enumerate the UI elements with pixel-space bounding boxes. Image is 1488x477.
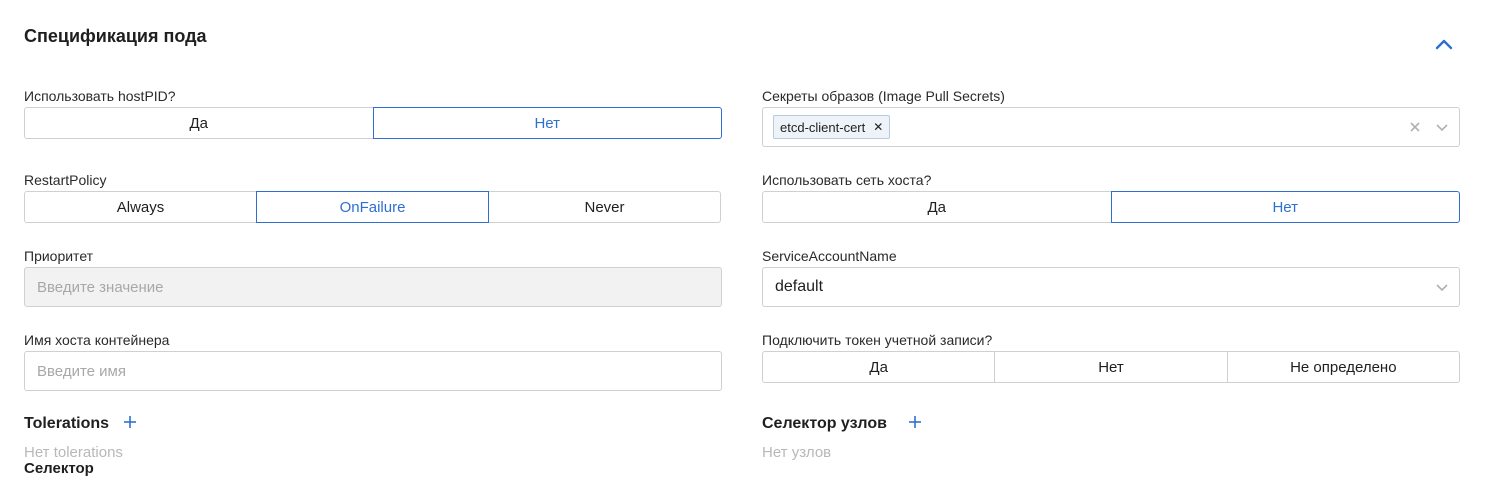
automount-token-toggle: Да Нет Не определено [762, 351, 1460, 383]
hostname-placeholder: Введите имя [37, 362, 126, 380]
restart-policy-option-onfailure[interactable]: OnFailure [256, 191, 489, 223]
host-network-option-no[interactable]: Нет [1110, 191, 1460, 223]
collapse-button[interactable] [1432, 34, 1456, 54]
priority-label: Приоритет [24, 248, 94, 264]
clear-icon[interactable] [1409, 121, 1421, 133]
select-suffix [1435, 268, 1449, 306]
chevron-up-icon [1435, 39, 1453, 50]
tolerations-title: Tolerations [24, 415, 110, 432]
service-account-value: default [775, 278, 824, 295]
hostname-label: Имя хоста контейнера [24, 332, 170, 348]
service-account-label: ServiceAccountName [762, 248, 897, 264]
restart-policy-option-never[interactable]: Never [488, 191, 721, 223]
restart-policy-option-always[interactable]: Always [24, 191, 257, 223]
host-pid-label: Использовать hostPID? [24, 88, 176, 104]
host-pid-option-no[interactable]: Нет [372, 107, 722, 139]
automount-token-option-undefined[interactable]: Не определено [1226, 351, 1460, 383]
node-selector-title: Селектор узлов [762, 415, 887, 432]
section-title: Спецификация пода [24, 26, 207, 46]
host-network-label: Использовать сеть хоста? [762, 172, 932, 188]
automount-token-label: Подключить токен учетной записи? [762, 332, 993, 348]
host-network-option-yes[interactable]: Да [762, 191, 1112, 223]
plus-icon [909, 416, 921, 428]
host-pid-toggle: Да Нет [24, 107, 722, 139]
node-selector-empty: Нет узлов [762, 444, 832, 461]
chevron-down-icon[interactable] [1435, 282, 1449, 292]
secret-tag-label: etcd-client-cert [780, 119, 866, 135]
secret-tag: etcd-client-cert ✕ [773, 115, 891, 139]
host-pid-option-yes[interactable]: Да [24, 107, 374, 139]
restart-policy-toggle: Always OnFailure Never [24, 191, 721, 223]
image-pull-secrets-select[interactable]: etcd-client-cert ✕ [762, 107, 1460, 147]
image-pull-secrets-label: Секреты образов (Image Pull Secrets) [762, 88, 1005, 104]
tag-remove-icon[interactable]: ✕ [873, 120, 883, 134]
restart-policy-label: RestartPolicy [24, 172, 107, 188]
automount-token-option-yes[interactable]: Да [762, 351, 996, 383]
chevron-down-icon[interactable] [1435, 122, 1449, 132]
plus-icon [124, 416, 136, 428]
service-account-select[interactable]: default [762, 267, 1460, 307]
priority-input[interactable]: Введите значение [24, 267, 722, 307]
add-node-selector-button[interactable] [907, 414, 923, 430]
add-toleration-button[interactable] [122, 414, 138, 430]
tolerations-empty: Нет tolerations [24, 444, 123, 461]
hostname-input[interactable]: Введите имя [24, 351, 722, 391]
cut-off-heading: Селектор [24, 460, 94, 477]
automount-token-option-no[interactable]: Нет [994, 351, 1228, 383]
select-suffix [1409, 108, 1449, 146]
host-network-toggle: Да Нет [762, 191, 1460, 223]
priority-placeholder: Введите значение [37, 278, 164, 296]
